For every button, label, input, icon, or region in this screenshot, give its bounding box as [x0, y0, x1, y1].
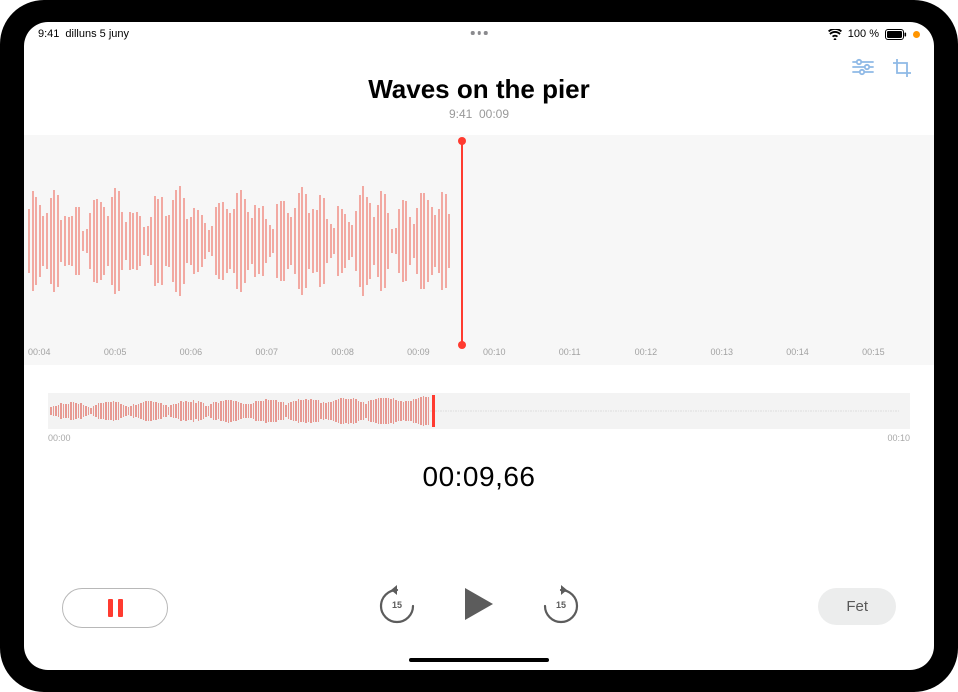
overview-waveform-section: 00:00 00:10: [48, 393, 910, 443]
crop-icon[interactable]: [892, 58, 912, 83]
done-button[interactable]: Fet: [818, 588, 896, 625]
time-tick: 00:06: [176, 347, 252, 365]
pause-button[interactable]: [62, 588, 168, 628]
time-tick: 00:15: [858, 347, 934, 365]
controls-row: 15 15 Fet: [24, 584, 934, 634]
time-tick: 00:04: [24, 347, 100, 365]
skip-forward-15-button[interactable]: 15: [541, 584, 581, 629]
overview-bars: [48, 393, 910, 429]
multitask-dots[interactable]: [471, 31, 488, 35]
sliders-icon[interactable]: [852, 58, 874, 83]
status-left: 9:41 dilluns 5 juny: [38, 28, 129, 40]
overview-start-label: 00:00: [48, 433, 71, 443]
time-tick: 00:07: [251, 347, 327, 365]
status-date: dilluns 5 juny: [65, 28, 129, 40]
time-tick: 00:08: [327, 347, 403, 365]
overview-waveform[interactable]: [48, 393, 910, 429]
recording-title[interactable]: Waves on the pier: [24, 74, 934, 105]
status-right: 100 %: [828, 28, 920, 40]
recording-indicator-dot: [913, 31, 920, 38]
time-tick: 00:05: [100, 347, 176, 365]
time-tick: 00:12: [631, 347, 707, 365]
home-indicator[interactable]: [409, 658, 549, 662]
pause-icon: [108, 599, 123, 617]
title-block: Waves on the pier 9:41 00:09: [24, 74, 934, 121]
play-button[interactable]: [463, 586, 495, 627]
time-ruler: 00:0400:0500:0600:0700:0800:0900:1000:11…: [24, 347, 934, 365]
screen: 9:41 dilluns 5 juny 100 %: [24, 22, 934, 670]
elapsed-time-counter: 00:09,66: [24, 461, 934, 493]
skip-back-15-button[interactable]: 15: [377, 584, 417, 629]
toolbar-right: [852, 58, 912, 83]
overview-playhead[interactable]: [432, 395, 435, 427]
center-controls: 15 15: [377, 584, 581, 629]
device-frame: 9:41 dilluns 5 juny 100 %: [0, 0, 958, 692]
time-tick: 00:09: [403, 347, 479, 365]
overview-end-label: 00:10: [887, 433, 910, 443]
status-time: 9:41: [38, 28, 59, 40]
time-tick: 00:11: [555, 347, 631, 365]
battery-icon: [885, 29, 907, 40]
waveform-bars: [24, 135, 934, 347]
time-tick: 00:14: [782, 347, 858, 365]
time-tick: 00:10: [479, 347, 555, 365]
skip-fwd-label: 15: [541, 600, 581, 610]
skip-back-label: 15: [377, 600, 417, 610]
time-tick: 00:13: [706, 347, 782, 365]
battery-percent: 100 %: [848, 28, 879, 40]
recording-subtitle: 9:41 00:09: [24, 107, 934, 121]
main-waveform[interactable]: 00:0400:0500:0600:0700:0800:0900:1000:11…: [24, 135, 934, 365]
wifi-icon: [828, 29, 842, 40]
overview-labels: 00:00 00:10: [48, 433, 910, 443]
playhead[interactable]: [461, 141, 463, 345]
